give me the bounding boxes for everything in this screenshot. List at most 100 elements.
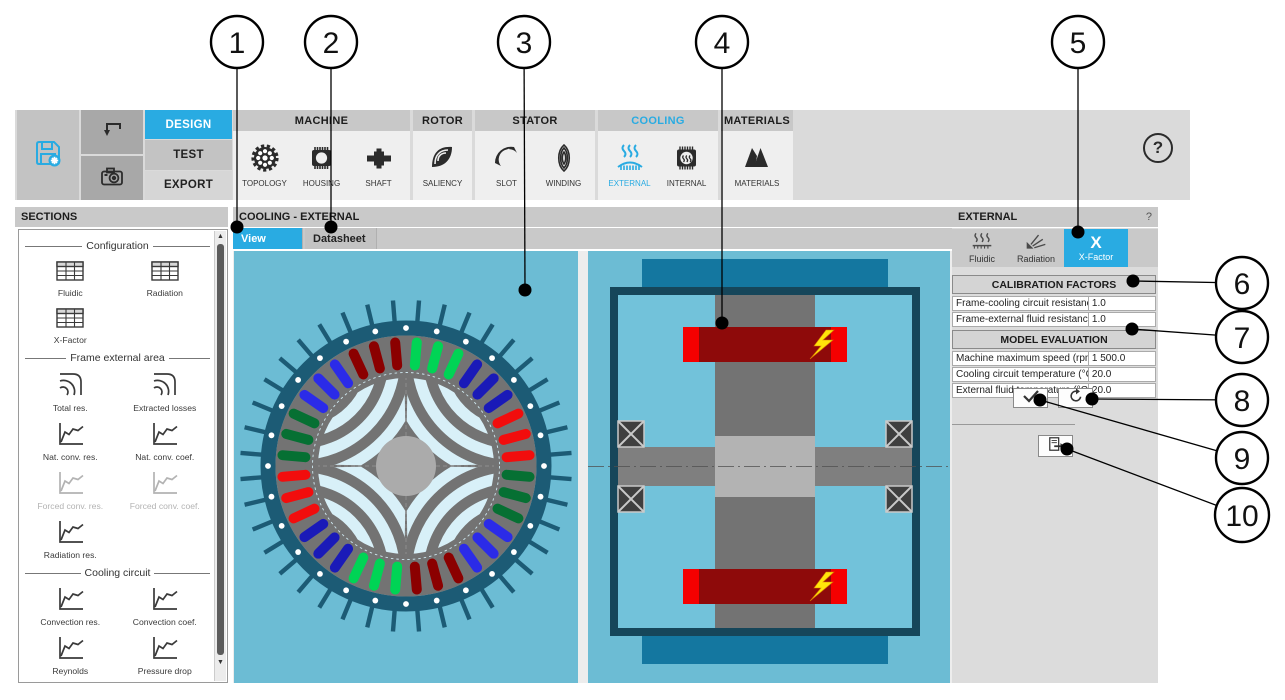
ribbon-group-body: EXTERNAL INTERNAL bbox=[598, 131, 718, 200]
fluidic-icon bbox=[971, 232, 993, 252]
sidebar-item-label: Convection res. bbox=[40, 617, 101, 627]
end-winding-top bbox=[683, 327, 847, 362]
radial-machine-drawing bbox=[240, 300, 572, 632]
sidebar-item-total-res[interactable]: Total res. bbox=[23, 366, 118, 416]
sidebar-item-label: Fluidic bbox=[57, 288, 83, 298]
sidebar-item-x-factor[interactable]: X-Factor bbox=[23, 301, 118, 348]
radial-view-canvas[interactable] bbox=[234, 251, 578, 683]
frame-external-resistance-field[interactable]: 1.0 bbox=[1088, 312, 1156, 327]
ribbon-item-saliency[interactable]: SALIENCY bbox=[415, 135, 470, 197]
sections-panel-title: SECTIONS bbox=[15, 207, 228, 227]
sidebar-item-nat-conv-coef[interactable]: Nat. conv. coef. bbox=[118, 416, 213, 465]
check-icon bbox=[1022, 389, 1040, 408]
calibration-factors-table: CALIBRATION FACTORS Frame-cooling circui… bbox=[952, 275, 1156, 327]
panel-help-icon[interactable]: ? bbox=[1146, 211, 1152, 223]
saliency-icon bbox=[428, 143, 458, 175]
housing-icon bbox=[307, 143, 337, 175]
callout-7: 7 bbox=[1234, 322, 1251, 355]
save-button[interactable] bbox=[17, 110, 79, 200]
sidebar-item-convection-coef[interactable]: Convection coef. bbox=[118, 581, 213, 630]
tab-test[interactable]: TEST bbox=[145, 140, 232, 170]
sidebar-item-fluidic[interactable]: Fluidic bbox=[23, 254, 118, 301]
curve-icon bbox=[56, 519, 85, 547]
sidebar-item-label: Nat. conv. coef. bbox=[135, 452, 195, 462]
camera-icon bbox=[98, 162, 126, 195]
right-panel-tabs: Fluidic Radiation X X-Factor bbox=[952, 229, 1158, 267]
fluxmotor-app: DESIGN TEST EXPORT MACHINE TOPOLOGY HOUSIN… bbox=[0, 0, 1285, 700]
model-evaluation-header: MODEL EVALUATION bbox=[952, 330, 1156, 349]
ribbon-group-rotor: ROTOR SALIENCY bbox=[413, 110, 472, 200]
scrollbar[interactable]: ▲ ▼ bbox=[214, 231, 226, 681]
table-icon bbox=[55, 259, 85, 285]
sidebar-item-pressure-drop[interactable]: Pressure drop bbox=[118, 630, 213, 679]
ribbon-item-materials[interactable]: MATERIALS bbox=[730, 135, 785, 197]
ribbon-group-cooling: COOLING EXTERNAL INTERNAL bbox=[598, 110, 718, 200]
ribbon-item-label: MATERIALS bbox=[734, 179, 780, 188]
slot-icon bbox=[492, 143, 522, 175]
winding-icon bbox=[549, 143, 579, 175]
sidebar-item-label: Forced conv. coef. bbox=[129, 501, 200, 511]
sidebar-item-convection-res[interactable]: Convection res. bbox=[23, 581, 118, 630]
back-arrow-button[interactable] bbox=[81, 110, 143, 154]
sidebar-item-extracted-losses[interactable]: Extracted losses bbox=[118, 366, 213, 416]
ribbon-item-housing[interactable]: HOUSING bbox=[294, 135, 349, 197]
sidebar-item-nat-conv-res[interactable]: Nat. conv. res. bbox=[23, 416, 118, 465]
apply-button[interactable] bbox=[1013, 388, 1048, 408]
tab-fluidic[interactable]: Fluidic bbox=[956, 229, 1008, 267]
table-row: Frame-external fluid resistance 1.0 bbox=[952, 312, 1156, 327]
curve-icon bbox=[150, 586, 179, 614]
section-group-title: Cooling circuit bbox=[84, 567, 151, 579]
right-panel-title: EXTERNAL bbox=[958, 211, 1018, 223]
ribbon-item-slot[interactable]: SLOT bbox=[479, 135, 534, 197]
scrollbar-thumb[interactable] bbox=[216, 244, 224, 655]
callout-6: 6 bbox=[1234, 268, 1251, 301]
ribbon-group-title: MACHINE bbox=[233, 110, 410, 131]
tab-export[interactable]: EXPORT bbox=[145, 170, 232, 200]
sidebar-item-label: Forced conv. res. bbox=[37, 501, 104, 511]
external-icon bbox=[614, 143, 646, 175]
callout-3: 3 bbox=[516, 27, 533, 60]
curve-icon bbox=[150, 635, 179, 663]
sidebar-item-radiation-res[interactable]: Radiation res. bbox=[23, 514, 118, 563]
tab-x-factor[interactable]: X X-Factor bbox=[1064, 229, 1128, 267]
max-speed-field[interactable]: 1 500.0 bbox=[1088, 351, 1156, 366]
tab-view[interactable]: View bbox=[233, 228, 303, 249]
section-separator: Configuration bbox=[25, 240, 210, 252]
axial-view-canvas[interactable] bbox=[588, 251, 950, 683]
callout-9: 9 bbox=[1234, 443, 1251, 476]
tab-radiation[interactable]: Radiation bbox=[1010, 229, 1062, 267]
ribbon-item-internal[interactable]: INTERNAL bbox=[659, 135, 714, 197]
ribbon-item-external[interactable]: EXTERNAL bbox=[602, 135, 657, 197]
reset-icon bbox=[1068, 387, 1084, 409]
sidebar-item-radiation[interactable]: Radiation bbox=[118, 254, 213, 301]
sidebar-item-label: Nat. conv. res. bbox=[42, 452, 98, 462]
fluid-temp-field[interactable]: 20.0 bbox=[1088, 383, 1156, 398]
radial-icon bbox=[151, 371, 178, 400]
callout-2: 2 bbox=[323, 27, 340, 60]
tab-design[interactable]: DESIGN bbox=[145, 110, 232, 140]
calibration-factors-header: CALIBRATION FACTORS bbox=[952, 275, 1156, 294]
ribbon-item-label: INTERNAL bbox=[666, 179, 707, 188]
ribbon-item-topology[interactable]: TOPOLOGY bbox=[237, 135, 292, 197]
table-row: Machine maximum speed (rpm) 1 500.0 bbox=[952, 351, 1156, 366]
sidebar-item-label: Convection coef. bbox=[132, 617, 197, 627]
scroll-up-icon[interactable]: ▲ bbox=[215, 231, 226, 242]
table-row: Frame-cooling circuit resistance 1.0 bbox=[952, 296, 1156, 311]
sidebar-item-reynolds[interactable]: Reynolds bbox=[23, 630, 118, 679]
sidebar-item-label: X-Factor bbox=[53, 335, 87, 345]
scroll-down-icon[interactable]: ▼ bbox=[215, 657, 226, 668]
callout-8: 8 bbox=[1234, 385, 1251, 418]
quick-actions bbox=[81, 110, 143, 200]
tab-datasheet[interactable]: Datasheet bbox=[305, 228, 377, 249]
callout-4: 4 bbox=[714, 27, 731, 60]
cooling-temp-field[interactable]: 20.0 bbox=[1088, 367, 1156, 382]
frame-cooling-resistance-field[interactable]: 1.0 bbox=[1088, 296, 1156, 311]
export-report-button[interactable] bbox=[1038, 435, 1073, 457]
sections-list: Configuration Fluidic Radiation X-Factor Fra… bbox=[18, 229, 228, 683]
ribbon-item-shaft[interactable]: SHAFT bbox=[351, 135, 406, 197]
help-icon[interactable]: ? bbox=[1143, 133, 1173, 163]
screenshot-button[interactable] bbox=[81, 156, 143, 200]
main-panel-title: COOLING - EXTERNAL bbox=[233, 207, 952, 227]
reset-button[interactable] bbox=[1058, 387, 1093, 409]
ribbon-item-winding[interactable]: WINDING bbox=[536, 135, 591, 197]
